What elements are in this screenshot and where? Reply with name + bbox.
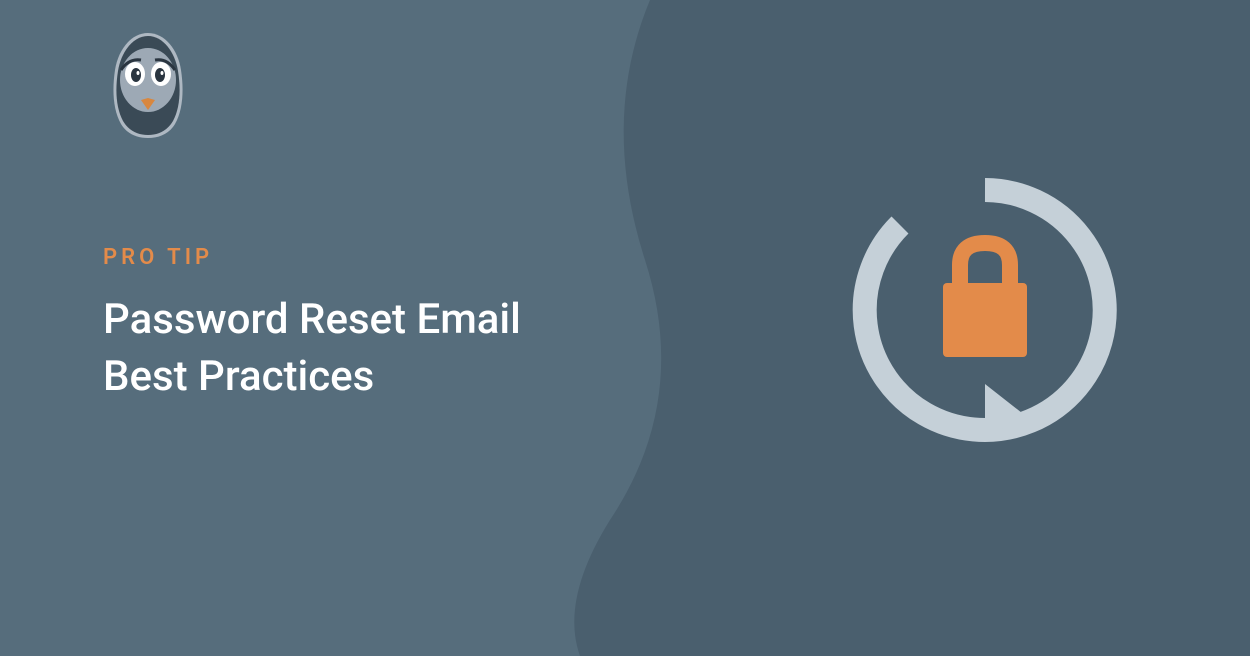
title-line-1: Password Reset Email	[103, 292, 521, 349]
hero-content: PRO TIP Password Reset Email Best Practi…	[103, 245, 521, 405]
title-line-2: Best Practices	[103, 349, 521, 406]
lock-reset-icon	[830, 155, 1140, 465]
eyebrow-label: PRO TIP	[103, 245, 521, 270]
brand-logo	[103, 28, 193, 138]
hero-title: Password Reset Email Best Practices	[103, 292, 521, 405]
